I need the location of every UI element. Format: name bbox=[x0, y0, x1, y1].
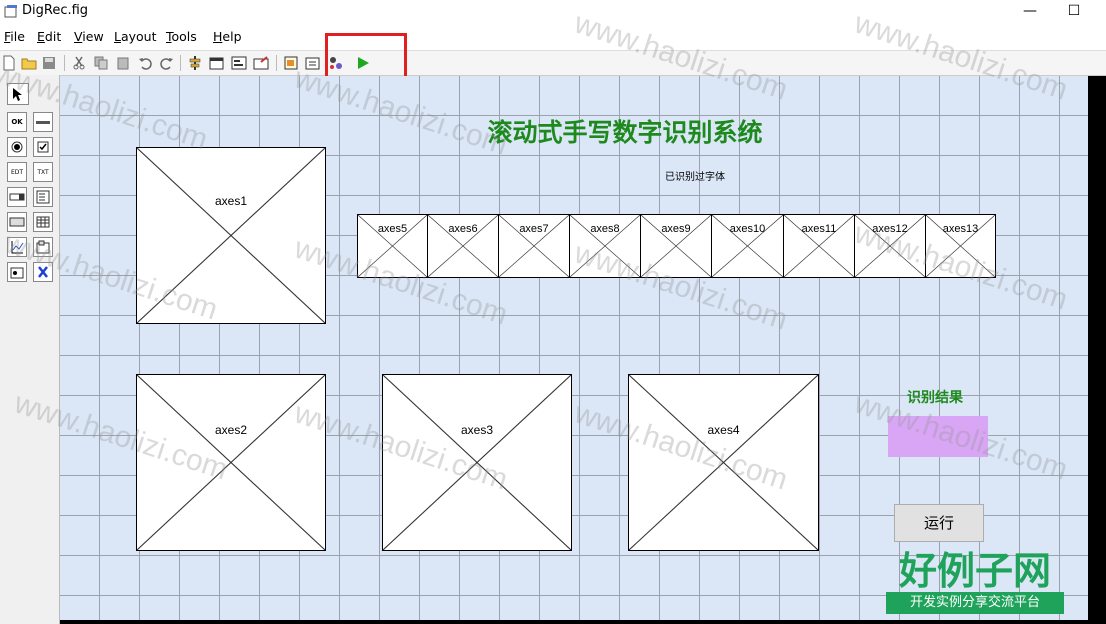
checkbox-icon[interactable] bbox=[33, 137, 53, 157]
select-icon[interactable] bbox=[7, 83, 29, 105]
component-palette: OK EDT TXT bbox=[0, 75, 60, 624]
toolbar-separator bbox=[180, 55, 181, 71]
statictext-icon[interactable]: TXT bbox=[33, 162, 53, 182]
menu-edit[interactable]: Edit bbox=[37, 29, 61, 44]
axes-label: axes10 bbox=[729, 223, 766, 235]
canvas-border-bottom bbox=[60, 620, 1088, 624]
axes-placeholder-cross bbox=[137, 375, 325, 550]
new-icon[interactable] bbox=[0, 54, 18, 72]
menu-editor-icon[interactable] bbox=[208, 54, 226, 72]
copy-icon[interactable] bbox=[92, 54, 110, 72]
axes-label: axes5 bbox=[377, 223, 408, 235]
minimize-button[interactable]: — bbox=[1016, 2, 1044, 20]
menu-layout[interactable]: Layout bbox=[114, 29, 157, 44]
figure-title[interactable]: 滚动式手写数字识别系统 bbox=[430, 113, 820, 149]
menu-view[interactable]: View bbox=[74, 29, 104, 44]
panel-icon[interactable] bbox=[33, 237, 53, 257]
canvas-border bbox=[1088, 76, 1106, 624]
slider-icon[interactable] bbox=[33, 112, 53, 132]
axes10[interactable]: axes10 bbox=[711, 214, 784, 278]
toolbar-separator bbox=[276, 55, 277, 71]
matlab-fig-icon bbox=[4, 5, 17, 18]
axes-placeholder-cross bbox=[629, 375, 818, 550]
axes-label: axes13 bbox=[942, 223, 979, 235]
open-icon[interactable] bbox=[20, 54, 38, 72]
edittext-icon[interactable]: EDT bbox=[7, 162, 27, 182]
recognized-label[interactable]: 已识别过字体 bbox=[610, 168, 780, 183]
cut-icon[interactable] bbox=[70, 54, 88, 72]
axes11[interactable]: axes11 bbox=[783, 214, 855, 278]
axes12[interactable]: axes12 bbox=[854, 214, 926, 278]
axes1[interactable]: axes1 bbox=[136, 147, 326, 324]
axes13[interactable]: axes13 bbox=[925, 214, 996, 278]
table-icon[interactable] bbox=[33, 212, 53, 232]
popupmenu-icon[interactable] bbox=[7, 187, 27, 207]
tab-order-icon[interactable] bbox=[230, 54, 248, 72]
axes-label: axes3 bbox=[460, 423, 494, 437]
activex-icon[interactable] bbox=[33, 262, 53, 282]
axes-label: axes11 bbox=[801, 223, 837, 235]
axes-placeholder-cross bbox=[137, 148, 325, 323]
result-label[interactable]: 识别结果 bbox=[880, 387, 990, 407]
axes-label: axes6 bbox=[448, 223, 478, 235]
redo-icon[interactable] bbox=[158, 54, 176, 72]
window-title: DigRec.fig bbox=[22, 3, 89, 18]
axes7[interactable]: axes7 bbox=[498, 214, 570, 278]
axes-label: axes1 bbox=[214, 194, 248, 208]
property-inspector-icon[interactable] bbox=[304, 54, 322, 72]
haolizi-logo: 好例子网 开发实例分享交流平台 bbox=[884, 540, 1066, 616]
menu-tools[interactable]: Tools bbox=[166, 29, 197, 44]
menu-file[interactable]: File bbox=[4, 29, 25, 44]
mfile-icon[interactable] bbox=[282, 54, 300, 72]
axes4[interactable]: axes4 bbox=[628, 374, 819, 551]
toolbar-separator bbox=[64, 55, 65, 71]
axes2[interactable]: axes2 bbox=[136, 374, 326, 551]
undo-icon[interactable] bbox=[136, 54, 154, 72]
axes8[interactable]: axes8 bbox=[569, 214, 641, 278]
listbox-icon[interactable] bbox=[33, 187, 53, 207]
save-icon[interactable] bbox=[40, 54, 58, 72]
axes-label: axes4 bbox=[707, 423, 740, 437]
axes-placeholder-cross bbox=[383, 375, 571, 550]
align-icon[interactable] bbox=[186, 54, 204, 72]
menu-help[interactable]: Help bbox=[213, 29, 242, 44]
axes-label: axes2 bbox=[214, 423, 248, 437]
pushbutton-icon[interactable]: OK bbox=[7, 112, 27, 132]
axes9[interactable]: axes9 bbox=[640, 214, 712, 278]
axes-label: axes8 bbox=[590, 223, 620, 235]
axes-label: axes12 bbox=[872, 223, 908, 235]
axes6[interactable]: axes6 bbox=[427, 214, 499, 278]
axes-label: axes7 bbox=[519, 223, 549, 235]
run-button[interactable]: 运行 bbox=[894, 504, 984, 542]
radiobutton-icon[interactable] bbox=[7, 137, 27, 157]
logo-title: 好例子网 bbox=[898, 548, 1051, 593]
togglebutton-icon[interactable] bbox=[7, 212, 27, 232]
buttongroup-icon[interactable] bbox=[7, 262, 27, 282]
title-bar: DigRec.fig — ☐ bbox=[0, 0, 1106, 24]
paste-icon[interactable] bbox=[114, 54, 132, 72]
axes-icon[interactable] bbox=[7, 237, 27, 257]
axes-label: axes9 bbox=[661, 223, 691, 235]
logo-tagline: 开发实例分享交流平台 bbox=[886, 592, 1064, 614]
maximize-button[interactable]: ☐ bbox=[1060, 2, 1088, 20]
axes5[interactable]: axes5 bbox=[357, 214, 428, 278]
result-display[interactable] bbox=[888, 416, 988, 457]
toolbar-editor-icon[interactable] bbox=[252, 54, 270, 72]
axes3[interactable]: axes3 bbox=[382, 374, 572, 551]
toolbar bbox=[0, 50, 1106, 76]
